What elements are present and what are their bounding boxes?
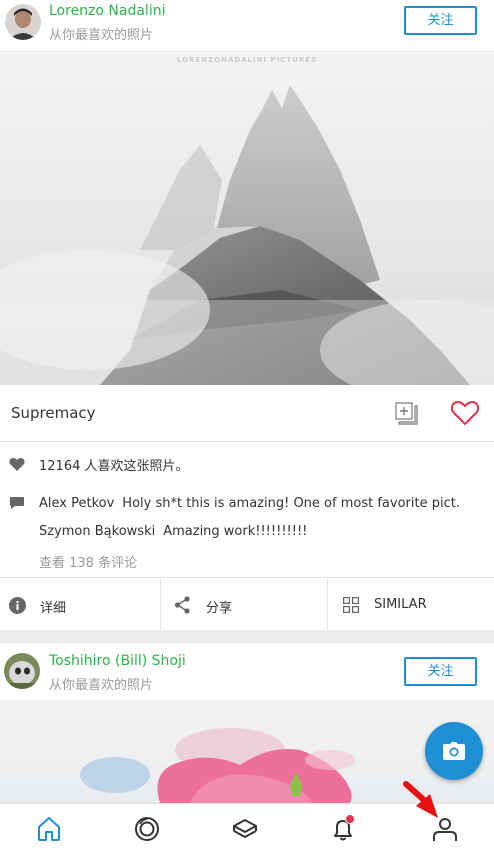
post-subtitle: 从你最喜欢的照片 <box>49 678 154 693</box>
post-card: Toshihiro (Bill) Shoji 从你最喜欢的照片 关注 <box>0 643 494 803</box>
camera-button[interactable] <box>425 722 483 780</box>
comment-text: Holy sh*t this is amazing! One of most f… <box>122 496 460 511</box>
author-avatar[interactable] <box>5 4 41 40</box>
add-to-gallery-icon[interactable] <box>395 402 419 426</box>
details-label: 详细 <box>40 601 67 616</box>
nav-discover[interactable] <box>98 804 196 853</box>
post-header: Toshihiro (Bill) Shoji 从你最喜欢的照片 关注 <box>0 643 494 700</box>
post-header: Lorenzo Nadalini 从你最喜欢的照片 关注 <box>0 0 494 50</box>
comment-text: Amazing work!!!!!!!!!! <box>163 524 308 539</box>
pointer-arrow-icon <box>403 781 438 818</box>
home-icon <box>38 817 60 841</box>
camera-icon <box>443 742 465 760</box>
action-bar: 详细 分享 SIMILAR <box>0 579 494 630</box>
follow-button[interactable]: 关注 <box>404 6 477 35</box>
info-icon <box>9 597 26 614</box>
author-name[interactable]: Toshihiro (Bill) Shoji <box>49 653 186 669</box>
notification-badge <box>345 814 355 824</box>
heart-icon <box>9 458 25 471</box>
view-all-comments-link[interactable]: 查看 138 条评论 <box>39 552 137 571</box>
feed-icon <box>233 819 257 838</box>
title-row: Supremacy <box>0 385 494 442</box>
follow-button[interactable]: 关注 <box>404 657 477 686</box>
nav-feed[interactable] <box>196 804 294 853</box>
post-photo[interactable]: LORENZONADALINI PICTURES <box>0 50 494 385</box>
like-heart-icon[interactable] <box>451 400 479 426</box>
post-subtitle: 从你最喜欢的照片 <box>49 28 154 43</box>
nav-home[interactable] <box>0 804 98 853</box>
likes-row: 12164 人喜欢这张照片。 <box>0 443 494 485</box>
nav-notifications[interactable] <box>294 804 392 853</box>
app-screen: Lorenzo Nadalini 从你最喜欢的照片 关注 LORENZONADA… <box>0 0 494 853</box>
similar-button[interactable]: SIMILAR <box>328 579 494 630</box>
comment-user[interactable]: Alex Petkov <box>39 496 114 511</box>
details-button[interactable]: 详细 <box>0 579 160 630</box>
comment-item: Alex Petkov Holy sh*t this is amazing! On… <box>39 496 460 511</box>
share-icon <box>174 596 190 614</box>
photo-title: Supremacy <box>11 404 96 422</box>
share-label: 分享 <box>206 601 233 616</box>
likes-count: 12164 人喜欢这张照片。 <box>39 459 189 474</box>
similar-label: SIMILAR <box>374 597 427 612</box>
discover-icon <box>135 817 159 841</box>
grid-icon <box>343 597 359 613</box>
photo-watermark: LORENZONADALINI PICTURES <box>176 56 318 64</box>
comments-section: Alex Petkov Holy sh*t this is amazing! On… <box>0 486 494 578</box>
comment-user[interactable]: Szymon Bąkowski <box>39 524 155 539</box>
share-button[interactable]: 分享 <box>161 579 327 630</box>
post-card: Lorenzo Nadalini 从你最喜欢的照片 关注 LORENZONADA… <box>0 0 494 630</box>
author-avatar[interactable] <box>4 653 40 689</box>
comment-item: Szymon Bąkowski Amazing work!!!!!!!!!! <box>39 524 307 539</box>
author-name[interactable]: Lorenzo Nadalini <box>49 3 165 19</box>
comment-icon <box>10 497 24 509</box>
